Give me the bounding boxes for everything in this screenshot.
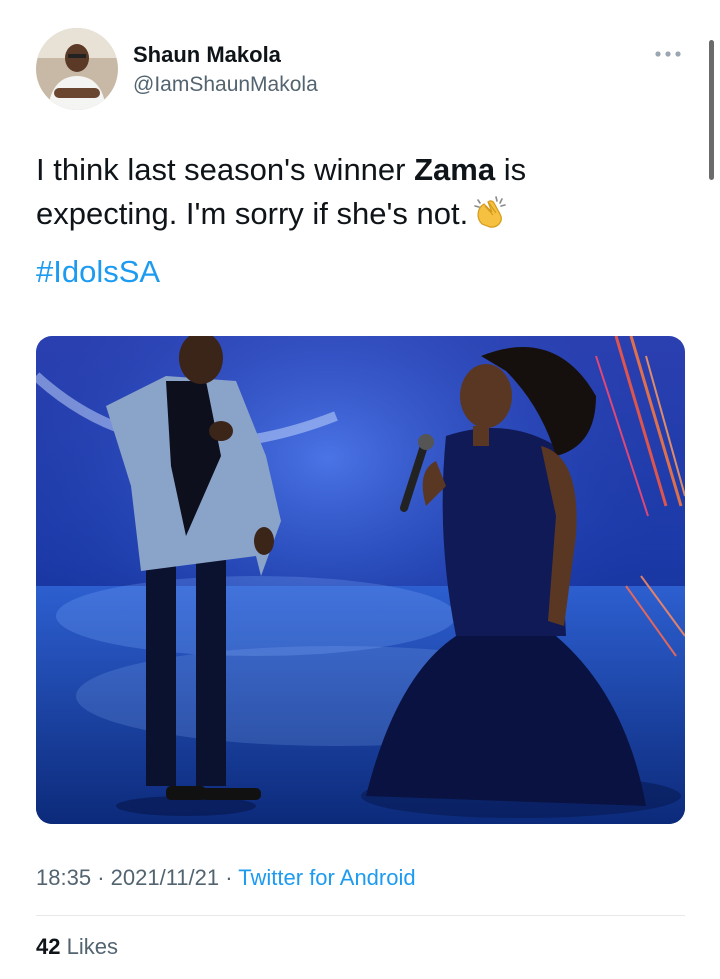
tweet-metadata: 18:35 · 2021/11/21 · Twitter for Android (36, 865, 416, 891)
tweet-text-bold: Zama (414, 152, 496, 187)
meta-separator-1: · (97, 865, 105, 890)
avatar-icon (36, 28, 118, 110)
author-handle[interactable]: @IamShaunMakola (133, 73, 318, 97)
author-avatar[interactable] (36, 28, 118, 110)
hashtag-link[interactable]: #IdolsSA (36, 254, 160, 290)
tweet-text: I think last season's winner Zama is exp… (36, 148, 656, 236)
clapping-hands-icon (472, 194, 508, 230)
likes-count: 42 (36, 934, 61, 959)
meta-separator-2: · (225, 865, 233, 890)
scrollbar[interactable] (709, 40, 714, 180)
author-display-name[interactable]: Shaun Makola (133, 42, 281, 68)
more-options-icon[interactable] (652, 42, 684, 66)
tweet-text-part1: I think last season's winner (36, 152, 415, 187)
tweet-date[interactable]: 2021/11/21 (111, 865, 219, 890)
divider (36, 915, 685, 916)
tweet-time[interactable]: 18:35 (36, 865, 91, 890)
likes-stat[interactable]: 42 Likes (36, 934, 118, 960)
tweet-source-link[interactable]: Twitter for Android (238, 865, 415, 890)
likes-label: Likes (66, 934, 118, 959)
stage-photo-icon (36, 336, 685, 824)
tweet-media-photo[interactable] (36, 336, 685, 824)
